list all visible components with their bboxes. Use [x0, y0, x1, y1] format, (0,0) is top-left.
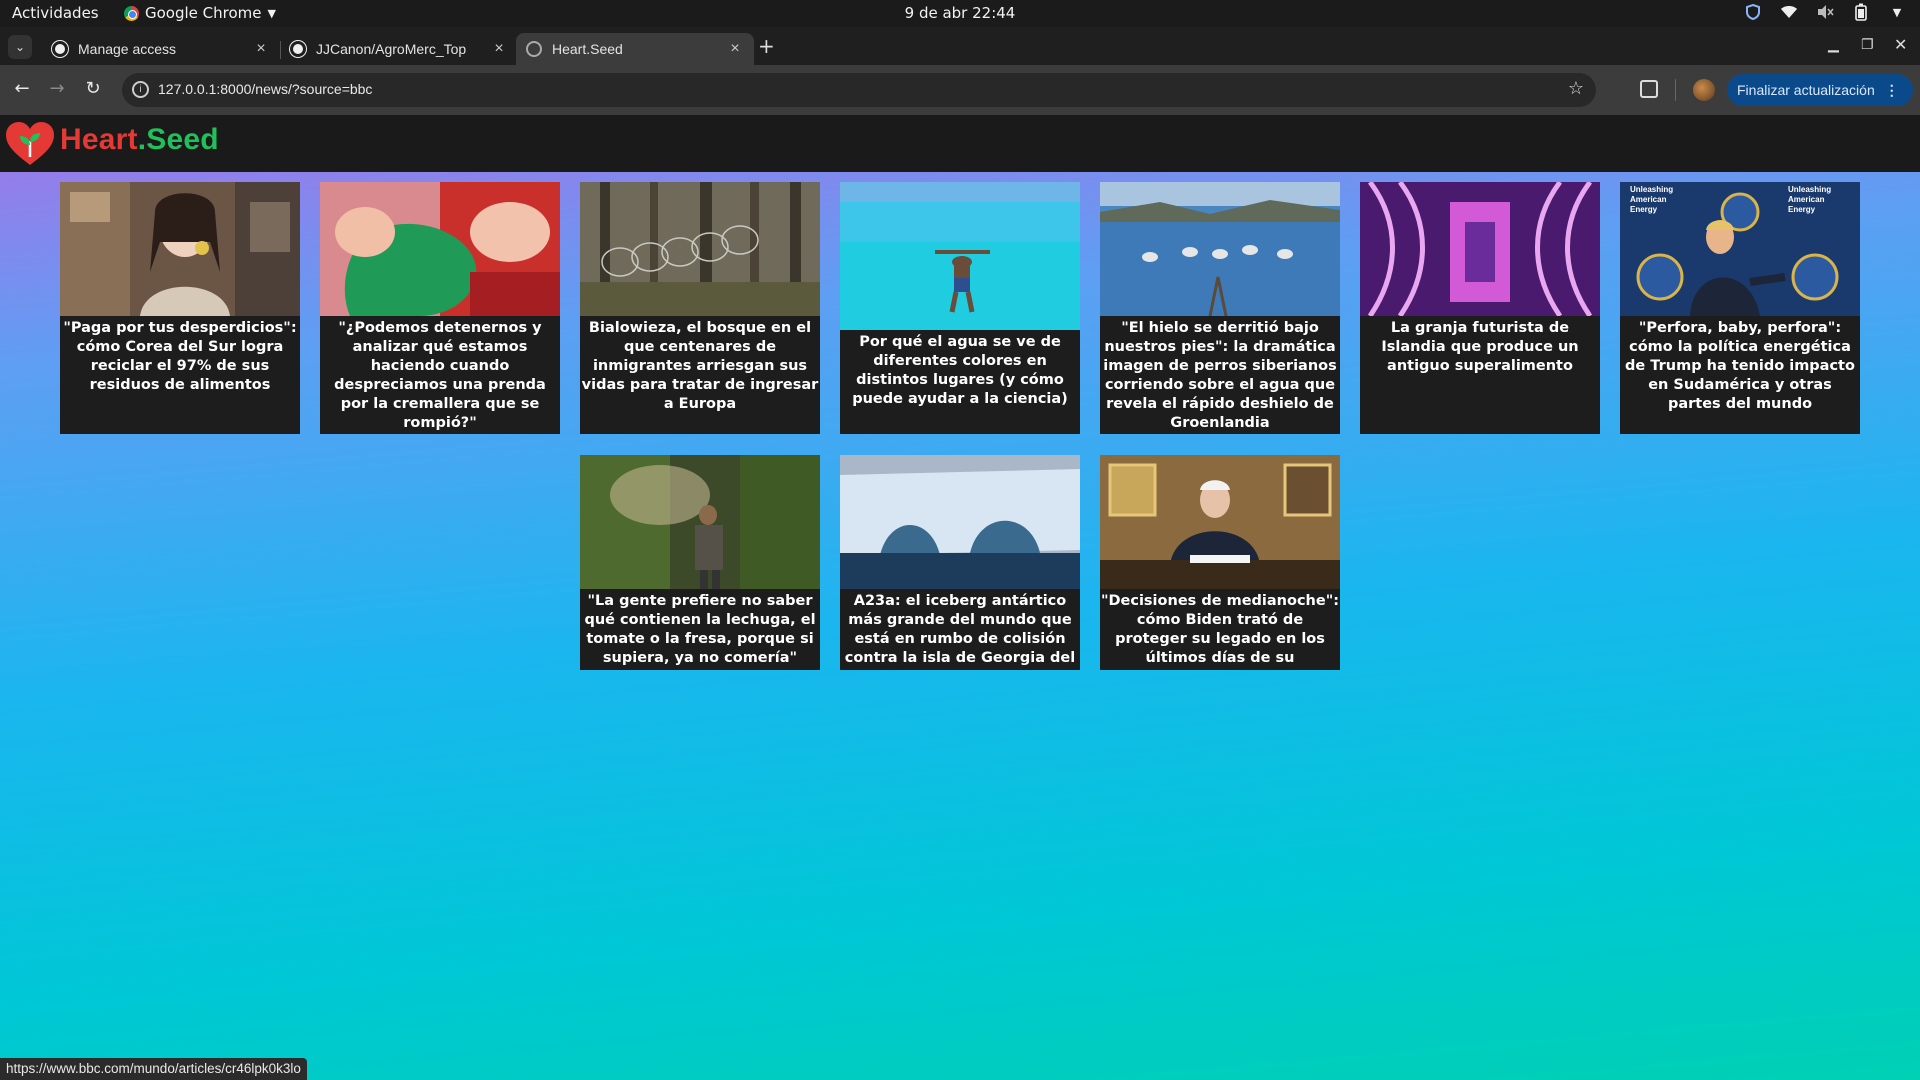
new-tab-button[interactable]: +	[758, 36, 775, 56]
article-title[interactable]: A23a: el iceberg antártico más grande de…	[840, 589, 1080, 670]
news-card[interactable]: "La gente prefiere no saber qué contiene…	[580, 455, 820, 670]
close-icon[interactable]: ×	[252, 40, 270, 58]
close-window-icon[interactable]: ✕	[1894, 35, 1907, 54]
browser-toolbar: ← → ↻ i 127.0.0.1:8000/news/?source=bbc …	[0, 65, 1920, 115]
tab-strip: ⌄ Manage access × JJCanon/AgroMerc_Top ×…	[0, 27, 1920, 65]
chevron-down-icon: ⌄	[14, 40, 26, 54]
image-overlay-text: Unleashing	[1788, 185, 1831, 194]
profile-avatar[interactable]	[1693, 79, 1715, 101]
article-title[interactable]: Bialowieza, el bosque en el que centenar…	[580, 316, 820, 416]
globe-icon	[526, 41, 542, 57]
os-top-bar: Actividades Google Chrome ▼ 9 de abr 22:…	[0, 0, 1920, 27]
system-tray[interactable]: ▼	[1744, 3, 1906, 21]
image-overlay-text: Energy	[1630, 205, 1658, 214]
system-menu-caret-icon[interactable]: ▼	[1888, 3, 1906, 21]
article-image-biden-desk	[1100, 455, 1340, 589]
article-image-sled-dogs	[1100, 182, 1340, 316]
article-title[interactable]: "El hielo se derritió bajo nuestros pies…	[1100, 316, 1340, 434]
forward-arrow-icon[interactable]: →	[45, 78, 69, 99]
site-logo[interactable]: Heart.Seed	[60, 123, 219, 157]
article-title[interactable]: "¿Podemos detenernos y analizar qué esta…	[320, 316, 560, 434]
article-image-trump-energy: UnleashingAmericanEnergyUnleashingAmeric…	[1620, 182, 1860, 316]
image-overlay-text: Energy	[1788, 205, 1816, 214]
back-arrow-icon[interactable]: ←	[10, 78, 34, 99]
article-image-iceberg	[840, 455, 1080, 589]
address-bar[interactable]: i 127.0.0.1:8000/news/?source=bbc ☆	[122, 73, 1596, 107]
app-menu[interactable]: Google Chrome ▼	[124, 4, 276, 22]
news-card[interactable]: La granja futurista de Islandia que prod…	[1360, 182, 1600, 434]
github-icon	[52, 41, 68, 57]
close-icon[interactable]: ×	[726, 40, 744, 58]
bookmark-star-icon[interactable]: ☆	[1568, 78, 1584, 99]
activities-button[interactable]: Actividades	[12, 4, 99, 22]
minimize-icon[interactable]: ▁	[1828, 37, 1839, 53]
article-image-razor-wire-forest	[580, 182, 820, 316]
article-title[interactable]: Por qué el agua se ve de diferentes colo…	[840, 330, 1080, 411]
article-image-woman-eating	[60, 182, 300, 316]
news-card[interactable]: "Paga por tus desperdicios": cómo Corea …	[60, 182, 300, 434]
update-button-label: Finalizar actualización	[1737, 82, 1875, 98]
article-image-turquoise-water	[840, 182, 1080, 330]
article-title[interactable]: "La gente prefiere no saber qué contiene…	[580, 589, 820, 670]
restore-icon[interactable]: ❐	[1861, 37, 1874, 53]
battery-icon[interactable]	[1852, 3, 1870, 21]
news-card[interactable]: A23a: el iceberg antártico más grande de…	[840, 455, 1080, 670]
chrome-icon	[124, 5, 139, 21]
tab-search-button[interactable]: ⌄	[8, 35, 32, 59]
close-icon[interactable]: ×	[490, 40, 508, 58]
article-title[interactable]: La granja futurista de Islandia que prod…	[1360, 316, 1600, 378]
tab-agromerc[interactable]: JJCanon/AgroMerc_Top ×	[280, 33, 518, 65]
logo-heart-text: Heart	[60, 123, 138, 156]
reload-icon[interactable]: ↻	[81, 78, 105, 99]
toolbar-divider	[1675, 79, 1676, 101]
github-icon	[290, 41, 306, 57]
news-card[interactable]: Unleashing American Energy Unleashing Americ…	[1620, 182, 1860, 434]
article-image-algae-farm	[1360, 182, 1600, 316]
article-title[interactable]: "Perfora, baby, perfora": cómo la políti…	[1620, 316, 1860, 416]
article-title[interactable]: "Paga por tus desperdicios": cómo Corea …	[60, 316, 300, 397]
image-overlay-text: American	[1788, 195, 1825, 204]
site-header: Heart.Seed	[0, 115, 1920, 172]
image-overlay-text: Unleashing	[1630, 185, 1673, 194]
caret-down-icon: ▼	[267, 6, 276, 20]
tab-manage-access[interactable]: Manage access ×	[42, 33, 280, 65]
tab-heart-seed[interactable]: Heart.Seed ×	[516, 33, 754, 65]
tab-title: Heart.Seed	[552, 41, 623, 57]
news-card[interactable]: "El hielo se derritió bajo nuestros pies…	[1100, 182, 1340, 434]
news-card[interactable]: Bialowieza, el bosque en el que centenar…	[580, 182, 820, 434]
app-menu-label: Google Chrome	[145, 4, 262, 22]
shield-icon[interactable]	[1744, 3, 1762, 21]
extensions-icon[interactable]	[1640, 80, 1658, 98]
tab-title: Manage access	[78, 41, 177, 57]
article-title[interactable]: "Decisiones de medianoche": cómo Biden t…	[1100, 589, 1340, 670]
page-content: Heart.Seed "Paga por tus desperdicios": …	[0, 115, 1920, 1080]
article-image-clothes	[320, 182, 560, 316]
heart-seed-logo-icon[interactable]	[4, 121, 56, 167]
clock[interactable]: 9 de abr 22:44	[0, 4, 1920, 22]
logo-seed-text: .Seed	[137, 123, 219, 156]
wifi-icon[interactable]	[1780, 3, 1798, 21]
volume-muted-icon[interactable]	[1816, 3, 1834, 21]
finish-update-button[interactable]: Finalizar actualización ⋮	[1727, 74, 1913, 106]
article-image-farmer-spraying	[580, 455, 820, 589]
link-status-bar: https://www.bbc.com/mundo/articles/cr46l…	[0, 1058, 307, 1080]
site-info-icon[interactable]: i	[132, 81, 149, 98]
kebab-menu-icon: ⋮	[1884, 81, 1899, 98]
tab-title: JJCanon/AgroMerc_Top	[316, 41, 467, 57]
news-card[interactable]: "Decisiones de medianoche": cómo Biden t…	[1100, 455, 1340, 670]
news-card[interactable]: "¿Podemos detenernos y analizar qué esta…	[320, 182, 560, 434]
url-text[interactable]: 127.0.0.1:8000/news/?source=bbc	[158, 81, 372, 97]
image-overlay-text: American	[1630, 195, 1667, 204]
news-card[interactable]: Por qué el agua se ve de diferentes colo…	[840, 182, 1080, 434]
